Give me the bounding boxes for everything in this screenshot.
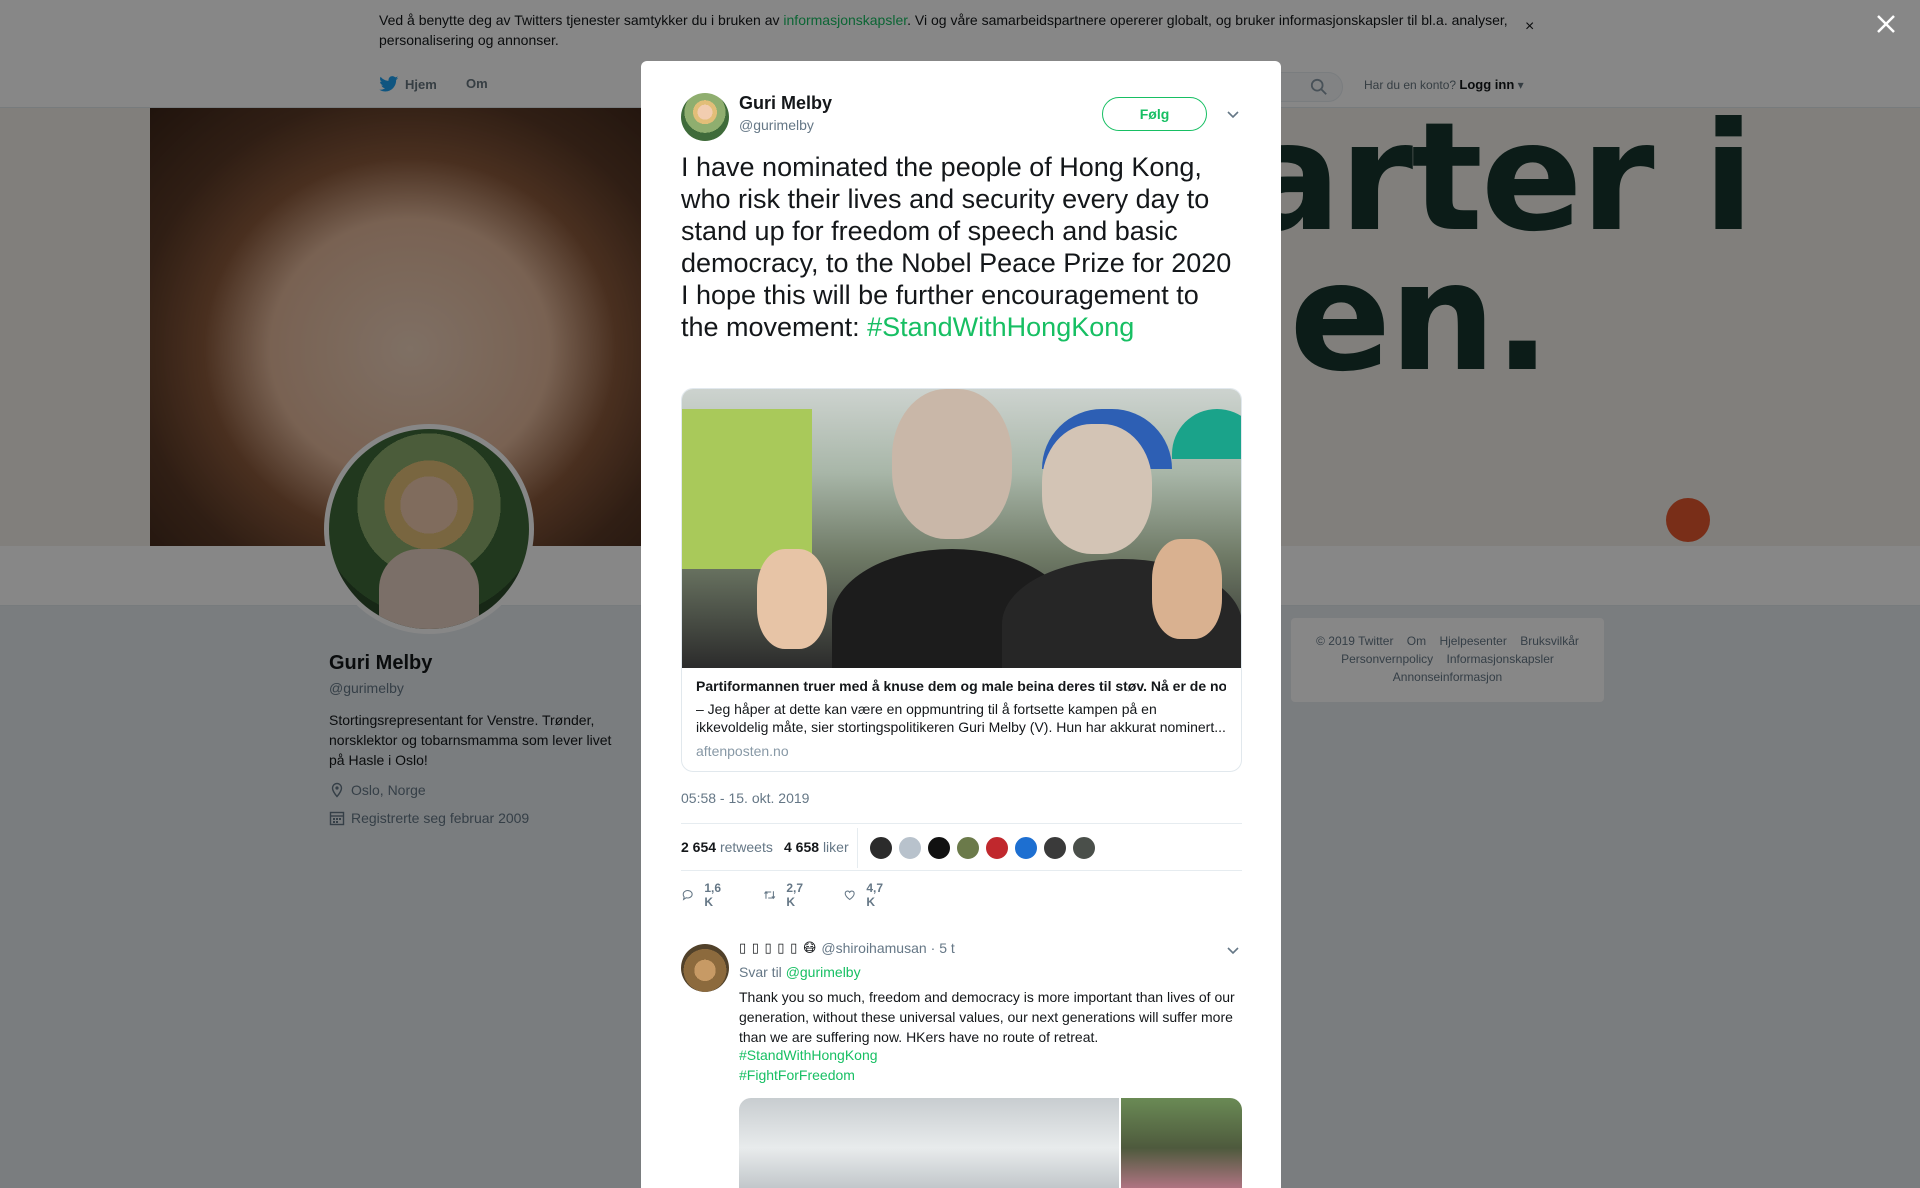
reply-media-photo[interactable] — [1121, 1098, 1242, 1188]
liker-avatar[interactable] — [1043, 836, 1067, 860]
reply-count: 1,6 K — [704, 881, 722, 909]
reply-button[interactable]: 1,6 K — [681, 881, 726, 909]
retweet-button[interactable]: 2,7 K — [763, 881, 808, 909]
liker-avatar[interactable] — [1072, 836, 1096, 860]
close-icon[interactable] — [1874, 12, 1898, 36]
reply-to: Svar til @gurimelby — [739, 964, 861, 980]
reply-time[interactable]: · 5 t — [931, 940, 955, 956]
liker-avatar[interactable] — [956, 836, 980, 860]
reply-author-avatar[interactable] — [681, 944, 729, 992]
card-image — [682, 389, 1241, 668]
link-preview-card[interactable]: Partiformannen truer med å knuse dem og … — [681, 388, 1242, 772]
liker-avatar[interactable] — [1014, 836, 1038, 860]
likes-label: liker — [822, 839, 849, 855]
tweet-text: I have nominated the people of Hong Kong… — [681, 151, 1241, 343]
reply-text: Thank you so much, freedom and democracy… — [739, 989, 1235, 1045]
tweet-modal: Guri Melby @gurimelby Følg I have nomina… — [641, 61, 1281, 1188]
like-action-count: 4,7 K — [866, 881, 884, 909]
retweet-label: retweets — [719, 839, 773, 855]
retweet-icon — [764, 890, 776, 900]
retweet-action-count: 2,7 K — [786, 881, 804, 909]
card-description: – Jeg håper at dette kan være en oppmunt… — [696, 701, 1226, 735]
follow-button[interactable]: Følg — [1102, 97, 1207, 131]
tweet-author-name[interactable]: Guri Melby — [739, 93, 832, 114]
chevron-down-icon[interactable] — [1226, 943, 1240, 957]
liker-avatar[interactable] — [869, 836, 893, 860]
heart-icon — [844, 890, 855, 901]
reply-to-label: Svar til — [739, 964, 782, 980]
card-domain: aftenposten.no — [696, 743, 789, 759]
reply-hashtag-link[interactable]: #StandWithHongKong — [739, 1047, 878, 1063]
reply-to-mention-link[interactable]: @gurimelby — [786, 964, 861, 980]
reply-hashtag-link[interactable]: #FightForFreedom — [739, 1067, 855, 1083]
like-button[interactable]: 4,7 K — [843, 881, 888, 909]
reply-icon — [682, 890, 693, 901]
reply-media-photo[interactable] — [739, 1098, 1119, 1188]
reply-author-name[interactable]: ▯ ▯ ▯ ▯ ▯ 😷 — [739, 940, 817, 956]
tweet-author-handle[interactable]: @gurimelby — [739, 117, 814, 133]
tweet-stats: 2 654 retweets 4 658 liker — [681, 823, 1242, 871]
likes-stat[interactable]: 4 658 liker — [784, 839, 849, 855]
stats-divider — [857, 828, 858, 868]
tweet-timestamp[interactable]: 05:58 - 15. okt. 2019 — [681, 790, 809, 806]
liker-avatar[interactable] — [927, 836, 951, 860]
retweet-count: 2 654 — [681, 839, 717, 855]
retweet-stat[interactable]: 2 654 retweets — [681, 839, 773, 855]
liker-avatar[interactable] — [898, 836, 922, 860]
liker-avatar[interactable] — [985, 836, 1009, 860]
card-title: Partiformannen truer med å knuse dem og … — [696, 678, 1226, 694]
chevron-down-icon[interactable] — [1226, 107, 1240, 121]
reply-author-handle[interactable]: @shiroihamusan — [821, 940, 926, 956]
tweet-hashtag-link[interactable]: #StandWithHongKong — [867, 312, 1134, 342]
reply-header: ▯ ▯ ▯ ▯ ▯ 😷 @shiroihamusan · 5 t — [739, 940, 955, 956]
likes-count: 4 658 — [784, 839, 820, 855]
tweet-author-avatar[interactable] — [681, 93, 729, 141]
reply-media[interactable] — [739, 1098, 1242, 1188]
